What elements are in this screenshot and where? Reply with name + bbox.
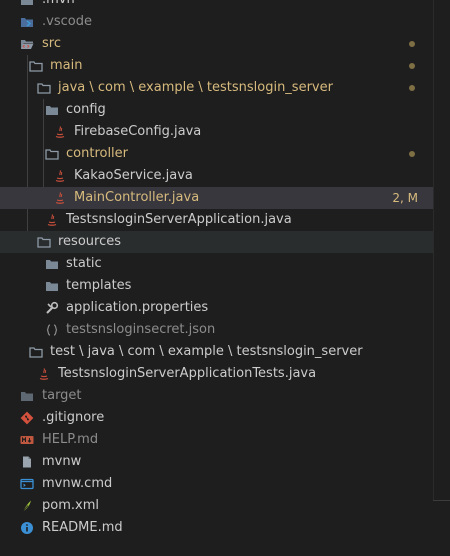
terminal-window-icon [20,477,34,491]
tree-item-label: main [50,58,83,73]
vscode-folder-icon [20,15,34,29]
tree-item-label: KakaoService.java [74,168,193,183]
tree-item-label: HELP.md [42,432,99,447]
json-braces-icon [45,323,59,337]
tree-item-application-tests-file[interactable]: TestsnsloginServerApplicationTests.java [0,363,433,385]
tree-item-pom-xml-file[interactable]: pom.xml [0,495,433,517]
file-icon [20,455,34,469]
modified-dot-indicator [409,85,415,91]
folder-open-icon [29,59,43,73]
folder-icon [20,389,34,403]
maven-feather-icon [20,499,34,513]
tree-item-vscode-folder[interactable]: .vscode [0,11,433,33]
problems-modified-badge: 2, M [392,191,418,205]
tree-item-mvnw-file[interactable]: mvnw [0,451,433,473]
tree-item-label: pom.xml [42,498,99,513]
tree-item-label: java \ com \ example \ testsnslogin_serv… [58,80,333,95]
tree-item-label: .vscode [42,14,92,29]
tree-item-kakaoservice-file[interactable]: KakaoService.java [0,165,433,187]
folder-icon [45,103,59,117]
tree-item-controller-folder[interactable]: controller [0,143,433,165]
tree-item-label: config [66,102,106,117]
git-icon [20,411,34,425]
java-file-icon [45,213,59,227]
tree-item-help-md-file[interactable]: HELP.md [0,429,433,451]
tree-item-label: static [66,256,102,271]
java-file-icon [53,125,67,139]
folder-icon [45,257,59,271]
tree-item-config-folder[interactable]: config [0,99,433,121]
folder-open-icon [37,81,51,95]
tree-item-label: mvnw [42,454,82,469]
tree-item-label: FirebaseConfig.java [74,124,202,139]
tree-item-target-folder[interactable]: target [0,385,433,407]
tree-item-label: README.md [42,520,123,535]
scrollbar-thumb-edge [433,500,450,501]
tree-item-firebaseconfig-file[interactable]: FirebaseConfig.java [0,121,433,143]
tree-item-label: TestsnsloginServerApplication.java [66,212,292,227]
folder-icon [20,0,34,7]
tree-item-label: target [42,388,82,403]
tree-item-label: application.properties [66,300,209,315]
tree-item-label: templates [66,278,132,293]
tree-item-mvnw-cmd-file[interactable]: mvnw.cmd [0,473,433,495]
info-icon [20,521,34,535]
folder-icon [45,279,59,293]
tree-item-label: TestsnsloginServerApplicationTests.java [58,366,317,381]
tree-item-java-package-folder[interactable]: java \ com \ example \ testsnslogin_serv… [0,77,433,99]
tree-item-label: testsnsloginsecret.json [66,322,216,337]
tree-item-label: resources [58,234,122,249]
tree-item-secret-json-file[interactable]: testsnsloginsecret.json [0,319,433,341]
tree-item-main-folder[interactable]: main [0,55,433,77]
java-file-icon [53,169,67,183]
wrench-gear-icon [45,301,59,315]
src-folder-open-icon [20,37,34,51]
markdown-icon [20,433,34,447]
folder-open-icon [37,235,51,249]
tree-item-label: MainController.java [74,190,200,205]
tree-item-resources-folder[interactable]: resources [0,231,433,253]
file-explorer-tree: .mvn .vscode src main java \ com \ examp… [0,0,450,556]
vertical-scrollbar-thumb[interactable] [433,0,450,500]
folder-open-icon [29,345,43,359]
tree-item-label: controller [66,146,129,161]
tree-item-readme-file[interactable]: README.md [0,517,433,539]
modified-dot-indicator [409,41,415,47]
tree-item-label: .gitignore [42,410,105,425]
tree-item-test-package-folder[interactable]: test \ java \ com \ example \ testsnslog… [0,341,433,363]
tree-item-label: src [42,36,61,51]
tree-item-application-file[interactable]: TestsnsloginServerApplication.java [0,209,433,231]
tree-item-templates-folder[interactable]: templates [0,275,433,297]
tree-item-src-folder[interactable]: src [0,33,433,55]
tree-item-label: test \ java \ com \ example \ testsnslog… [50,344,363,359]
tree-item-mvn-folder[interactable]: .mvn [0,0,433,11]
tree-item-maincontroller-file[interactable]: MainController.java 2, M [0,187,433,209]
modified-dot-indicator [409,151,415,157]
folder-open-icon [45,147,59,161]
tree-item-label: .mvn [42,0,75,11]
tree-item-application-properties-file[interactable]: application.properties [0,297,433,319]
java-file-icon [53,191,67,205]
tree-item-label: mvnw.cmd [42,476,113,491]
tree-item-static-folder[interactable]: static [0,253,433,275]
java-file-icon [37,367,51,381]
modified-dot-indicator [409,63,415,69]
tree-item-gitignore-file[interactable]: .gitignore [0,407,433,429]
